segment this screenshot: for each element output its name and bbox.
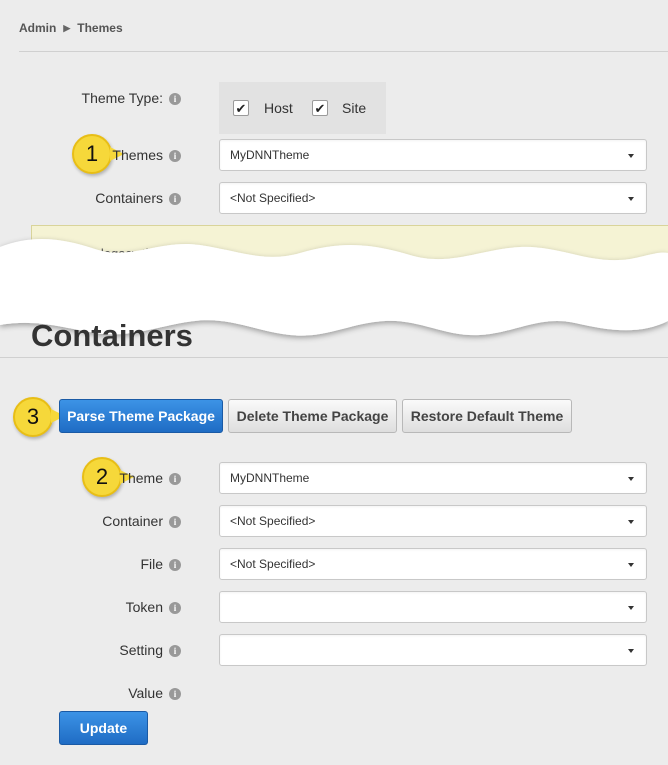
theme-type-label: Theme Type: i: [11, 90, 181, 106]
themes-label: Themes i: [11, 147, 181, 163]
checkmark-icon: ✔: [314, 100, 326, 116]
info-icon[interactable]: i: [169, 559, 181, 572]
caret-down-icon: [628, 606, 634, 610]
theme-select[interactable]: MyDNNTheme: [219, 462, 647, 494]
callout-badge-3: 3: [13, 397, 53, 437]
caret-down-icon: [628, 197, 634, 201]
info-icon[interactable]: i: [169, 93, 181, 106]
file-label: File i: [11, 556, 181, 572]
site-checkbox-label: Site: [342, 100, 367, 116]
host-checkbox-label: Host: [264, 100, 293, 116]
update-button[interactable]: Update: [59, 711, 148, 745]
host-checkbox[interactable]: ✔: [233, 100, 249, 116]
caret-down-icon: [628, 154, 634, 158]
info-icon[interactable]: i: [169, 688, 181, 701]
site-checkbox[interactable]: ✔: [312, 100, 328, 116]
divider: [19, 51, 668, 52]
setting-label: Setting i: [11, 642, 181, 658]
caret-down-icon: [628, 477, 634, 481]
chevron-right-icon: ▶: [63, 22, 71, 33]
caret-down-icon: [628, 520, 634, 524]
caret-down-icon: [628, 563, 634, 567]
info-icon[interactable]: i: [169, 645, 181, 658]
setting-select[interactable]: [219, 634, 647, 666]
checkmark-icon: ✔: [235, 100, 247, 116]
breadcrumb-themes-link[interactable]: Themes: [77, 21, 122, 35]
breadcrumb-admin-link[interactable]: Admin: [19, 21, 56, 35]
info-icon[interactable]: i: [169, 150, 181, 163]
value-label: Value i: [11, 685, 181, 701]
divider: [0, 357, 668, 358]
token-select[interactable]: [219, 591, 647, 623]
info-icon[interactable]: i: [169, 516, 181, 529]
restore-default-theme-button[interactable]: Restore Default Theme: [402, 399, 572, 433]
info-icon[interactable]: i: [169, 602, 181, 615]
container-select[interactable]: <Not Specified>: [219, 505, 647, 537]
info-icon[interactable]: i: [169, 473, 181, 486]
info-icon[interactable]: i: [169, 193, 181, 206]
caret-down-icon: [628, 649, 634, 653]
delete-theme-package-button[interactable]: Delete Theme Package: [228, 399, 397, 433]
breadcrumb: Admin ▶ Themes: [19, 21, 123, 35]
parse-theme-package-button[interactable]: Parse Theme Package: [59, 399, 223, 433]
token-label: Token i: [11, 599, 181, 615]
container-label: Container i: [11, 513, 181, 529]
containers-label: Containers i: [11, 190, 181, 206]
file-select[interactable]: <Not Specified>: [219, 548, 647, 580]
containers-select[interactable]: <Not Specified>: [219, 182, 647, 214]
containers-heading: Containers: [31, 318, 193, 353]
theme-type-options: ✔ Host ✔ Site: [219, 82, 386, 134]
theme-label: Theme i: [11, 470, 181, 486]
themes-select[interactable]: MyDNNTheme: [219, 139, 647, 171]
